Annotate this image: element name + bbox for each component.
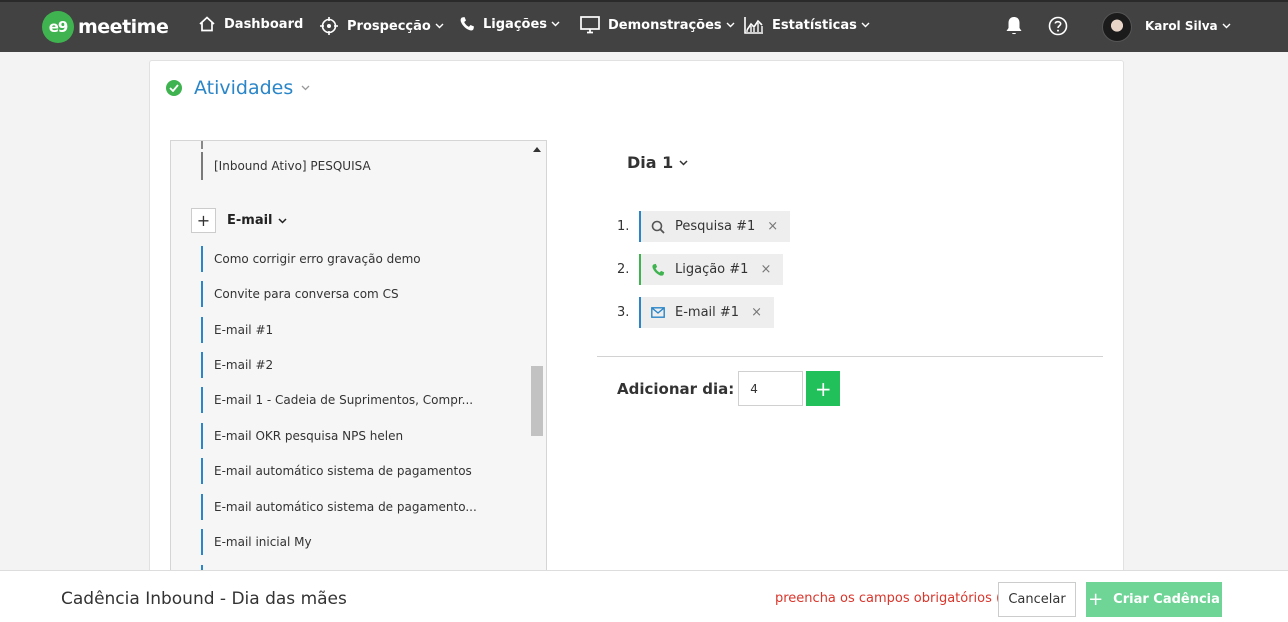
activity-label: Pesquisa #1 bbox=[675, 219, 756, 234]
nav-estatisticas[interactable]: Estatísticas bbox=[744, 16, 878, 34]
cadence-name: Cadência Inbound - Dia das mães bbox=[61, 589, 347, 609]
divider bbox=[597, 356, 1103, 357]
target-icon bbox=[320, 17, 338, 35]
nav-ligacoes-label: Ligações bbox=[483, 16, 548, 32]
activity-template-list: [Inbound Ativo] PESQUISA + E-mail Como c… bbox=[170, 140, 547, 581]
activity-chip-email[interactable]: E-mail #1 × bbox=[639, 297, 774, 328]
chevron-down-icon bbox=[551, 21, 560, 27]
scrollbar-thumb[interactable] bbox=[531, 366, 543, 436]
required-fields-warning: preencha os campos obrigatórios (*) bbox=[775, 591, 1013, 606]
email-group-label: E-mail bbox=[227, 213, 273, 228]
nav-dashboard[interactable]: Dashboard bbox=[198, 16, 303, 32]
nav-prospeccao[interactable]: Prospecção bbox=[319, 16, 452, 36]
scroll-up-arrow-icon[interactable] bbox=[533, 147, 541, 152]
list-item[interactable]: E-mail OKR pesquisa NPS helen bbox=[201, 423, 403, 449]
nav-demonstracoes-label: Demonstrações bbox=[608, 17, 722, 33]
nav-estatisticas-label: Estatísticas bbox=[772, 17, 857, 33]
nav-prospeccao-label: Prospecção bbox=[347, 18, 431, 34]
activity-chip-pesquisa[interactable]: Pesquisa #1 × bbox=[639, 211, 791, 242]
add-day-label: Adicionar dia: bbox=[617, 379, 735, 398]
plus-icon: + bbox=[1088, 589, 1104, 610]
chevron-down-icon bbox=[726, 22, 735, 28]
section-title[interactable]: Atividades bbox=[194, 77, 293, 99]
check-circle-icon bbox=[166, 80, 182, 96]
chevron-down-icon bbox=[277, 217, 287, 224]
list-item[interactable]: E-mail automático sistema de pagamentos bbox=[201, 458, 472, 484]
add-group-button[interactable]: + bbox=[191, 208, 216, 233]
activity-number: 1. bbox=[617, 219, 630, 234]
activity-row: 3. E-mail #1 × bbox=[617, 297, 774, 328]
add-day-button[interactable]: + bbox=[806, 371, 841, 406]
remove-activity-icon[interactable]: × bbox=[751, 305, 762, 320]
activity-number: 2. bbox=[617, 262, 630, 277]
list-scrollbar[interactable] bbox=[529, 141, 546, 580]
logo-text: meetime bbox=[78, 16, 169, 38]
email-group-header: + E-mail bbox=[191, 208, 287, 233]
activity-label: E-mail #1 bbox=[675, 305, 740, 320]
chevron-down-icon bbox=[679, 159, 688, 166]
section-header: Atividades bbox=[166, 77, 310, 99]
chevron-down-icon[interactable] bbox=[301, 85, 310, 91]
remove-activity-icon[interactable]: × bbox=[760, 262, 771, 277]
activity-number: 3. bbox=[617, 305, 630, 320]
chart-icon bbox=[744, 17, 763, 34]
day-title: Dia 1 bbox=[627, 153, 674, 172]
notifications-bell-icon[interactable] bbox=[1005, 16, 1023, 40]
help-icon[interactable] bbox=[1048, 16, 1068, 40]
create-cadence-button[interactable]: + Criar Cadência bbox=[1086, 582, 1222, 617]
create-cadence-label: Criar Cadência bbox=[1113, 592, 1220, 607]
monitor-icon bbox=[580, 16, 600, 34]
search-icon bbox=[651, 220, 665, 234]
activity-row: 2. Ligação #1 × bbox=[617, 254, 784, 285]
mail-icon bbox=[651, 307, 665, 318]
chevron-down-icon bbox=[1222, 23, 1231, 29]
home-icon bbox=[199, 16, 215, 32]
add-day-input[interactable] bbox=[738, 371, 804, 406]
remove-activity-icon[interactable]: × bbox=[767, 219, 778, 234]
cancel-button[interactable]: Cancelar bbox=[998, 582, 1076, 617]
list-item[interactable]: E-mail automático sistema de pagamento..… bbox=[201, 494, 477, 520]
nav-demonstracoes[interactable]: Demonstrações bbox=[580, 16, 743, 34]
chevron-down-icon bbox=[435, 23, 444, 29]
logo-badge: e9 bbox=[42, 11, 74, 43]
footer-bar: Cadência Inbound - Dia das mães preencha… bbox=[0, 570, 1288, 622]
list-item[interactable]: E-mail #2 bbox=[201, 352, 273, 378]
phone-icon bbox=[460, 17, 474, 31]
tree-line bbox=[201, 141, 203, 149]
user-avatar[interactable] bbox=[1102, 12, 1132, 42]
list-item[interactable]: Como corrigir erro gravação demo bbox=[201, 246, 421, 272]
cadence-editor-panel: Atividades [Inbound Ativo] PESQUISA + E-… bbox=[149, 60, 1124, 581]
chevron-down-icon bbox=[861, 22, 870, 28]
meetime-logo[interactable]: e9 meetime bbox=[42, 11, 169, 43]
list-item[interactable]: E-mail 1 - Cadeia de Suprimentos, Compr.… bbox=[201, 387, 473, 413]
email-group-toggle[interactable]: E-mail bbox=[227, 213, 287, 228]
activity-label: Ligação #1 bbox=[675, 262, 749, 277]
user-menu[interactable]: Karol Silva bbox=[1145, 19, 1231, 33]
nav-ligacoes[interactable]: Ligações bbox=[459, 16, 568, 32]
list-item[interactable]: E-mail #1 bbox=[201, 317, 273, 343]
list-item[interactable]: E-mail inicial My bbox=[201, 529, 312, 555]
activity-chip-ligacao[interactable]: Ligação #1 × bbox=[639, 254, 784, 285]
day-selector[interactable]: Dia 1 bbox=[627, 153, 688, 172]
user-name-label: Karol Silva bbox=[1145, 19, 1218, 33]
list-item[interactable]: [Inbound Ativo] PESQUISA bbox=[201, 152, 371, 180]
add-day-row: Adicionar dia: + bbox=[617, 371, 841, 406]
activity-row: 1. Pesquisa #1 × bbox=[617, 211, 791, 242]
nav-dashboard-label: Dashboard bbox=[224, 16, 304, 32]
phone-icon bbox=[651, 263, 665, 277]
list-item[interactable]: Convite para conversa com CS bbox=[201, 281, 399, 307]
top-navbar: e9 meetime Dashboard Prospecção Ligações… bbox=[0, 0, 1288, 52]
